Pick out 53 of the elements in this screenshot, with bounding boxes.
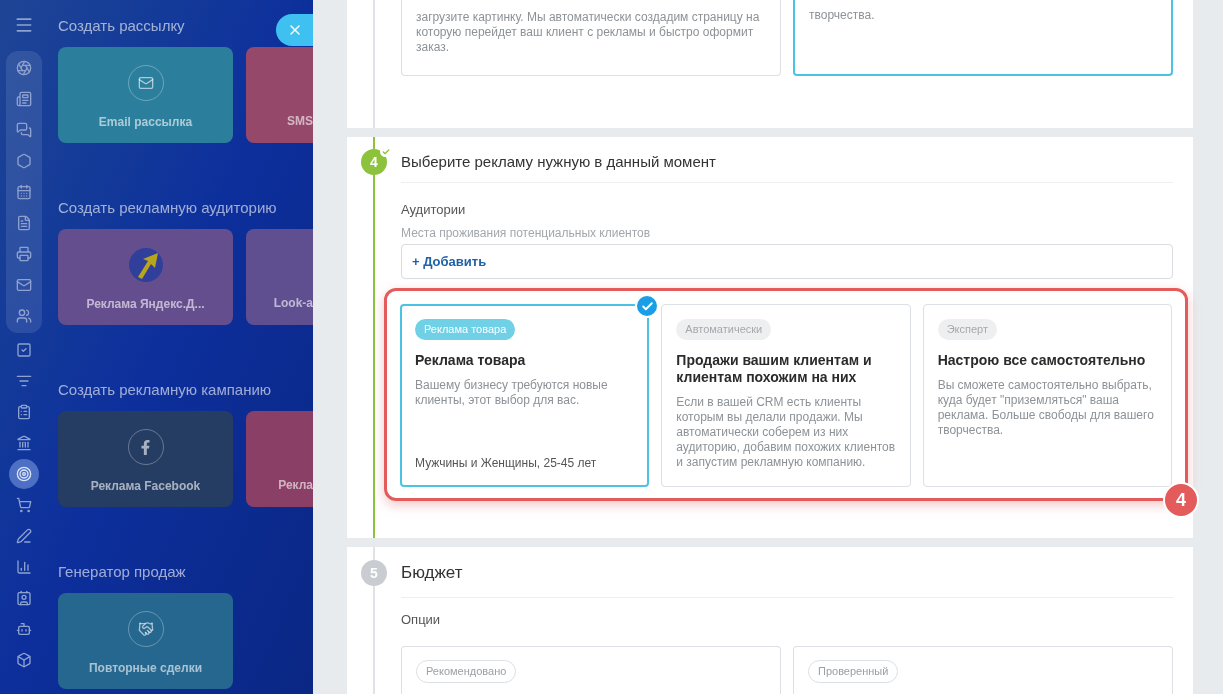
section-heading: Создать рассылку (58, 16, 185, 36)
section-heading: Создать рекламную кампанию (58, 380, 272, 400)
option-card[interactable]: Реклама товара Реклама товара Вашему бизнесу требуются новые клиенты, этот выбор для вас. Мужчины и Женщины, 25-45 лет (400, 304, 650, 487)
tool-tile[interactable]: SMS (246, 47, 313, 143)
tile-label: Реклама Facebook (90, 478, 201, 495)
option-card[interactable]: творчества. (793, 0, 1173, 76)
close-button[interactable] (276, 14, 313, 46)
add-link[interactable]: + Добавить (412, 251, 487, 272)
check-icon (635, 294, 660, 318)
tile-label: Email рассылка (98, 114, 193, 131)
option-tag: Автоматически (676, 319, 772, 340)
tile-label: SMS (287, 113, 313, 130)
option-tag: Реклама товара (415, 319, 516, 340)
audience-field[interactable]: + Добавить (401, 244, 1173, 279)
tool-tile[interactable]: Email рассылка (58, 47, 233, 143)
option-card[interactable]: Рекомендовано (401, 646, 781, 694)
option-description: Вы сможете самостоятельно выбрать, куда будет "приземляться" ваша реклама. Больше свободы для вашего творчества. (937, 377, 1155, 438)
option-title: Продажи вашим клиентам и клиентам похожим на них (676, 351, 873, 386)
target-icon[interactable] (9, 459, 39, 489)
option-footer: Мужчины и Женщины, 25-45 лет (415, 454, 635, 472)
tool-tile[interactable]: Look-a (246, 229, 313, 325)
option-tag: Проверенный (808, 660, 899, 683)
tile-label: Повторные сделки (89, 660, 202, 677)
option-card[interactable] (661, 304, 911, 487)
tile-label: Реклама Яндекс.Д... (86, 296, 205, 313)
step-number: 4 (361, 149, 387, 175)
arrow-logo-icon (127, 247, 164, 283)
field-label: Аудитории (401, 201, 466, 219)
menu-icon[interactable] (14, 15, 34, 35)
step-title: Бюджет (401, 562, 463, 585)
tool-tile[interactable]: Реклама Яндекс.Д... (58, 229, 233, 325)
option-description: загрузите картинку. Мы автоматически создадим страницу на которую перейдет ваш клиент с рекламы и быстро оформит заказ. (416, 10, 761, 55)
field-hint: Места проживания потенциальных клиентов (401, 225, 651, 241)
option-title: Настрою все самостоятельно (937, 351, 1147, 369)
section-heading: Генератор продаж (58, 562, 186, 582)
option-title: Реклама товара (415, 351, 527, 369)
option-tag: Эксперт (937, 319, 997, 340)
option-description: творчества. (809, 8, 876, 23)
option-card[interactable]: загрузите картинку. Мы автоматически создадим страницу на которую перейдет ваш клиент с рекламы и быстро оформит заказ. (401, 0, 781, 76)
tile-label: Рекла (278, 477, 313, 494)
option-card[interactable]: Эксперт Настрою все самостоятельно Вы сможете самостоятельно выбрать, куда будет "приземляться" ваша реклама. Больше свободы для вашего творчества. (922, 304, 1172, 487)
tool-tile[interactable]: Повторные сделки (58, 593, 233, 689)
tool-tile[interactable]: Рекла (246, 411, 313, 507)
step-title: Выберите рекламу нужную в данный момент (401, 151, 716, 172)
option-tag: Рекомендовано (416, 660, 517, 683)
annotation-number: 4 (1163, 482, 1199, 518)
tool-tile[interactable]: Реклама Facebook (58, 411, 233, 507)
option-card[interactable]: Проверенный (793, 646, 1173, 694)
field-label: Опции (401, 611, 441, 629)
option-description: Вашему бизнесу требуются новые клиенты, этот выбор для вас. (415, 377, 609, 408)
tile-label: Look-a (273, 295, 313, 312)
option-description: Если в вашей CRM есть клиенты которым вы делали продажи. Мы автоматически соберем из них аудиторию, добавим похожих клиентов и запустим рекламную компанию. (676, 394, 896, 470)
section-heading: Создать рекламную аудиторию (58, 198, 277, 218)
